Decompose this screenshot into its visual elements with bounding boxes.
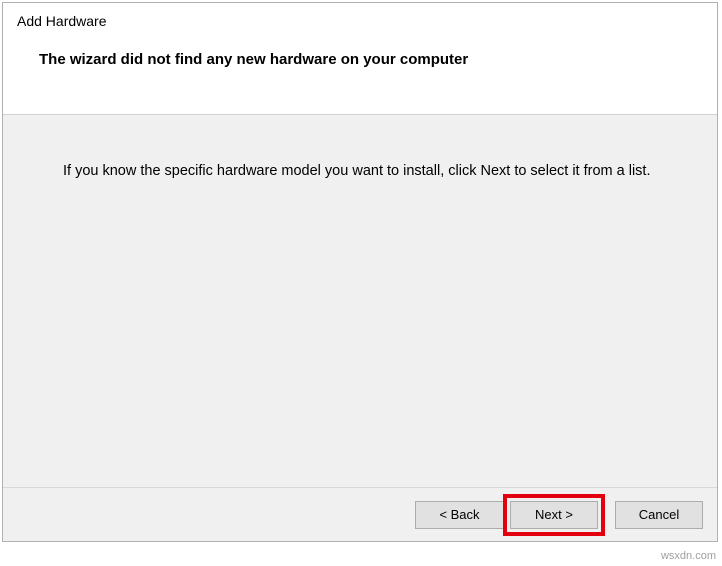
dialog-content: If you know the specific hardware model … (3, 115, 717, 487)
dialog-title: Add Hardware (17, 13, 703, 29)
watermark-text: wsxdn.com (661, 550, 716, 562)
add-hardware-dialog: Add Hardware The wizard did not find any… (2, 2, 718, 542)
cancel-button[interactable]: Cancel (615, 501, 703, 529)
dialog-footer: < Back Next > Cancel (3, 487, 717, 541)
instruction-text: If you know the specific hardware model … (63, 163, 657, 179)
dialog-subtitle: The wizard did not find any new hardware… (39, 51, 703, 68)
next-button-highlight: Next > (503, 494, 605, 536)
next-button[interactable]: Next > (510, 501, 598, 529)
back-button[interactable]: < Back (415, 501, 503, 529)
dialog-header: Add Hardware The wizard did not find any… (3, 3, 717, 115)
